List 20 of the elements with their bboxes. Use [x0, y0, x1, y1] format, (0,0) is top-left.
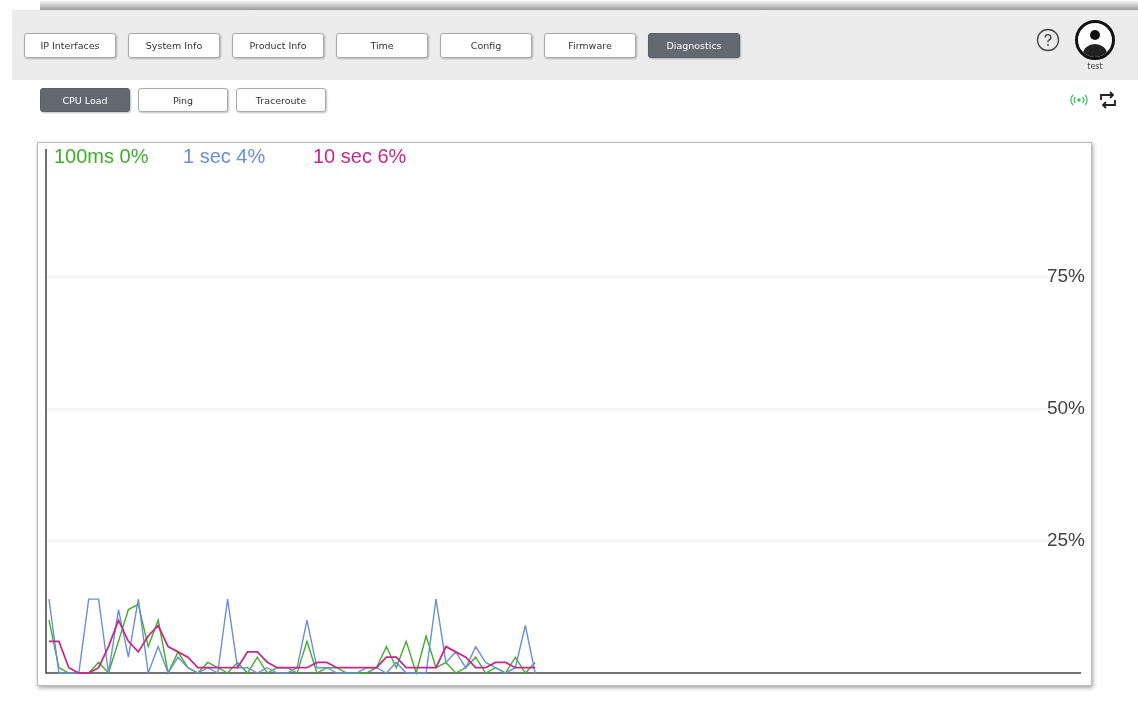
nav-tab[interactable]: Product Info — [232, 32, 324, 58]
axis-label: 50% — [1046, 397, 1085, 418]
axis-label: 75% — [1046, 265, 1085, 286]
axis-label: 25% — [1046, 529, 1085, 550]
sub-tab[interactable]: Ping — [138, 88, 228, 112]
help-icon[interactable] — [1036, 28, 1060, 52]
legend-label: 10 sec 6% — [313, 145, 407, 167]
user-name: test — [1087, 62, 1103, 71]
sub-tab[interactable]: Traceroute — [236, 88, 326, 112]
nav-tab[interactable]: IP Interfaces — [24, 32, 116, 58]
nav-tab[interactable]: Firmware — [544, 32, 636, 58]
legend-label: 1 sec 4% — [183, 145, 266, 167]
nav-tab[interactable]: Config — [440, 32, 532, 58]
avatar-icon[interactable] — [1074, 19, 1116, 61]
nav-tab[interactable]: System Info — [128, 32, 220, 58]
sub-tab[interactable]: CPU Load — [40, 88, 130, 112]
nav-tab[interactable]: Time — [336, 32, 428, 58]
legend-label: 100ms 0% — [54, 145, 149, 167]
repeat-icon[interactable] — [1098, 90, 1118, 110]
nav-tab[interactable]: Diagnostics — [648, 32, 740, 58]
